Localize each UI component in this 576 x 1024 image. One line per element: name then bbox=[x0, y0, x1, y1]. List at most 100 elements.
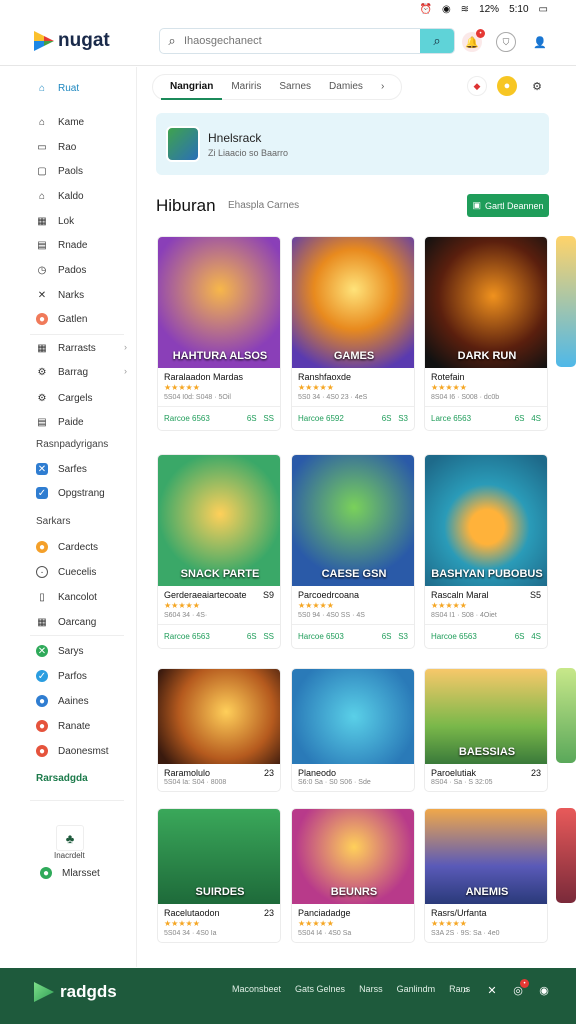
game-card[interactable]: BEUNRS Panciadadge ★★★★★ 5S04 I4 · 4S0 S… bbox=[291, 808, 415, 943]
sidebar-item-17[interactable]: ▯ Kancolot bbox=[36, 589, 97, 605]
sidebar-item-4[interactable]: ▦ Lok bbox=[36, 213, 74, 229]
sidebar-item-12[interactable]: ▤ Paide bbox=[36, 414, 83, 430]
sidebar-item-8[interactable]: ● Gatlen bbox=[36, 311, 87, 327]
carousel-peek-card[interactable] bbox=[556, 236, 576, 367]
folder-icon: ▭ bbox=[37, 141, 47, 153]
sidebar-item-3[interactable]: ⌂ Kaldo bbox=[36, 188, 84, 204]
coin-icon[interactable]: ● bbox=[497, 76, 517, 96]
game-card[interactable]: Planeodo S6:0 Sa · S0 S06 · Sde bbox=[291, 668, 415, 792]
sidebar-promo-label[interactable]: Rarsadgda bbox=[36, 773, 88, 784]
sidebar-item-1[interactable]: ▭ Rao bbox=[36, 139, 76, 155]
rating-stars-icon: ★★★★★ bbox=[431, 383, 467, 392]
rating-stars-icon: ★★★★★ bbox=[298, 601, 334, 610]
ring-icon[interactable]: ◎ • bbox=[510, 979, 529, 998]
game-meta: 5S0 94 · 4S0 SS · 4S bbox=[292, 611, 414, 625]
sidebar-item-10[interactable]: ⚙ Barrag bbox=[36, 364, 89, 380]
game-meta: S604 34 · 4S· bbox=[158, 611, 280, 625]
sidebar-item-6[interactable]: ◷ Pados bbox=[36, 262, 87, 278]
tab-3[interactable]: Damies bbox=[320, 74, 372, 100]
sidebar-label: Pados bbox=[58, 264, 87, 276]
app-logo[interactable]: nugat bbox=[34, 30, 110, 52]
search-button[interactable]: ⌕ bbox=[420, 29, 454, 53]
tab-0[interactable]: Nangrian bbox=[161, 74, 223, 100]
sidebar-item-13[interactable]: ✕ Sarfes bbox=[36, 461, 87, 477]
sidebar-item-22[interactable]: ● Ranate bbox=[36, 718, 90, 734]
game-name: Ranshfaoxde bbox=[298, 372, 352, 382]
footer-link[interactable]: Gats Gelnes bbox=[295, 984, 345, 994]
game-card[interactable]: ANEMIS Rasrs/Urfanta ★★★★★ S3A 2S · 9S: … bbox=[424, 808, 548, 943]
sidebar-item-7[interactable]: ✕ Narks bbox=[36, 287, 84, 303]
sidebar-item-16[interactable]: · Cuecelis bbox=[36, 564, 96, 580]
game-card[interactable]: GAMES Ranshfaoxde ★★★★★ 5S0 34 · 4S0 23 … bbox=[291, 236, 415, 431]
tab-2[interactable]: Sarnes bbox=[270, 74, 320, 100]
game-meta: S3A 2S · 9S: Sa · 4e0 bbox=[431, 930, 500, 937]
section-action-button[interactable]: ▣ Gartl Deannen bbox=[467, 194, 549, 217]
house-icon: ⌂ bbox=[38, 190, 46, 202]
x-icon: ✕ bbox=[36, 463, 48, 475]
game-card[interactable]: BASHYAN PUBOBUS Rascaln Maral S5 ★★★★★ 8S… bbox=[424, 454, 548, 649]
sidebar-item-home[interactable]: ⌂ Ruat bbox=[36, 80, 79, 96]
notification-icon[interactable]: 🔔 • bbox=[462, 29, 485, 52]
game-name: Paroelutiak bbox=[431, 768, 477, 778]
plant-icon[interactable]: ♣ bbox=[56, 825, 84, 851]
search-icon[interactable]: ⌕ bbox=[458, 982, 474, 998]
carousel-peek-card[interactable] bbox=[556, 808, 576, 903]
record-icon[interactable]: ◉ bbox=[536, 982, 552, 998]
home-icon: ⌂ bbox=[38, 82, 46, 94]
game-count: 4S bbox=[531, 414, 541, 423]
sidebar-item-9[interactable]: ▦ Rarrasts bbox=[36, 340, 96, 356]
footer-logo[interactable]: radgds bbox=[34, 982, 117, 1002]
gift-icon[interactable]: ◆ bbox=[467, 76, 487, 96]
game-art-title: DARK RUN bbox=[457, 350, 517, 362]
tabs-next-chevron-icon[interactable]: › bbox=[372, 74, 393, 100]
tab-1[interactable]: Mariris bbox=[222, 74, 270, 100]
game-meta: 8S04 I6 · S008 · dc0b bbox=[425, 393, 547, 407]
sidebar-item-15[interactable]: ● Cardects bbox=[36, 539, 98, 555]
game-card[interactable]: Raramolulo 23 5S04 Ia: S04 · 8008 bbox=[157, 668, 281, 792]
game-thumbnail: CAESE GSN bbox=[292, 455, 414, 586]
shield-icon[interactable]: ⛉ bbox=[496, 32, 516, 52]
footer-link[interactable]: Maconsbeet bbox=[232, 984, 281, 994]
chevron-right-icon[interactable]: › bbox=[124, 342, 127, 352]
game-num: S5 bbox=[529, 590, 541, 600]
sidebar-item-23[interactable]: ● Daonesmst bbox=[36, 743, 109, 759]
game-card[interactable]: SNACK PARTE Gerderaeaiartecoate S9 ★★★★★ … bbox=[157, 454, 281, 649]
chevron-right-icon[interactable]: › bbox=[124, 366, 127, 376]
footer-link[interactable]: Narss bbox=[359, 984, 383, 994]
game-num: 23 bbox=[530, 768, 541, 778]
sidebar-item-2[interactable]: ▢ Paols bbox=[36, 163, 83, 179]
sidebar-item-5[interactable]: ▤ Rnade bbox=[36, 237, 87, 253]
banner-thumbnail bbox=[166, 126, 200, 162]
sidebar-item-11[interactable]: ⚙ Cargels bbox=[36, 390, 93, 406]
game-card[interactable]: CAESE GSN Parcoedrcoana ★★★★★ 5S0 94 · 4… bbox=[291, 454, 415, 649]
sidebar-bottom-link[interactable]: ● Mlarsset bbox=[40, 865, 100, 881]
sidebar-item-0[interactable]: ⌂ Kame bbox=[36, 114, 84, 130]
grid-icon: ▣ bbox=[472, 200, 481, 210]
game-card[interactable]: SUIRDES Racelutaodon 23 ★★★★★ 5S04 34 · 4… bbox=[157, 808, 281, 943]
search-input[interactable] bbox=[184, 35, 420, 47]
rating-stars-icon: ★★★★★ bbox=[164, 383, 200, 392]
carousel-peek-card[interactable] bbox=[556, 668, 576, 763]
sidebar-item-19[interactable]: ✕ Sarys bbox=[36, 643, 84, 659]
sidebar-label: Kame bbox=[58, 116, 85, 128]
rating-stars-icon: ★★★★★ bbox=[431, 601, 467, 610]
game-name: Rotefain bbox=[431, 372, 465, 382]
sidebar-item-20[interactable]: ✓ Parfos bbox=[36, 668, 87, 684]
game-card[interactable]: HAHTURA ALSOS Raralaadon Mardas ★★★★★ 5S… bbox=[157, 236, 281, 431]
sidebar-item-21[interactable]: ● Aaines bbox=[36, 693, 89, 709]
user-icon[interactable]: 👤 bbox=[530, 32, 550, 52]
featured-banner[interactable]: Hnelsrack Zi Liaacio so Baarro bbox=[156, 113, 549, 175]
game-card[interactable]: BAESSIAS Paroelutiak 23 8S04 · Sa · S 32:… bbox=[424, 668, 548, 792]
x-social-icon[interactable]: ✕ bbox=[484, 982, 500, 998]
footer-link[interactable]: Ganlindm bbox=[397, 984, 436, 994]
sidebar-label: Ranate bbox=[58, 720, 91, 732]
game-card[interactable]: DARK RUN Rotefain ★★★★★ 8S04 I6 · S008 ·… bbox=[424, 236, 548, 431]
gear-icon[interactable]: ⚙ bbox=[527, 76, 547, 96]
sidebar-item-18[interactable]: ▦ Oarcang bbox=[36, 614, 96, 630]
notification-badge: • bbox=[520, 979, 529, 988]
game-meta: 5S04 I0d: S048 · 5Oil bbox=[158, 393, 280, 407]
sidebar-item-14[interactable]: ✓ Opgstrang bbox=[36, 485, 105, 501]
game-thumbnail bbox=[292, 669, 414, 764]
game-price: Rarcoe 6563 bbox=[164, 414, 210, 423]
game-thumbnail: SNACK PARTE bbox=[158, 455, 280, 586]
